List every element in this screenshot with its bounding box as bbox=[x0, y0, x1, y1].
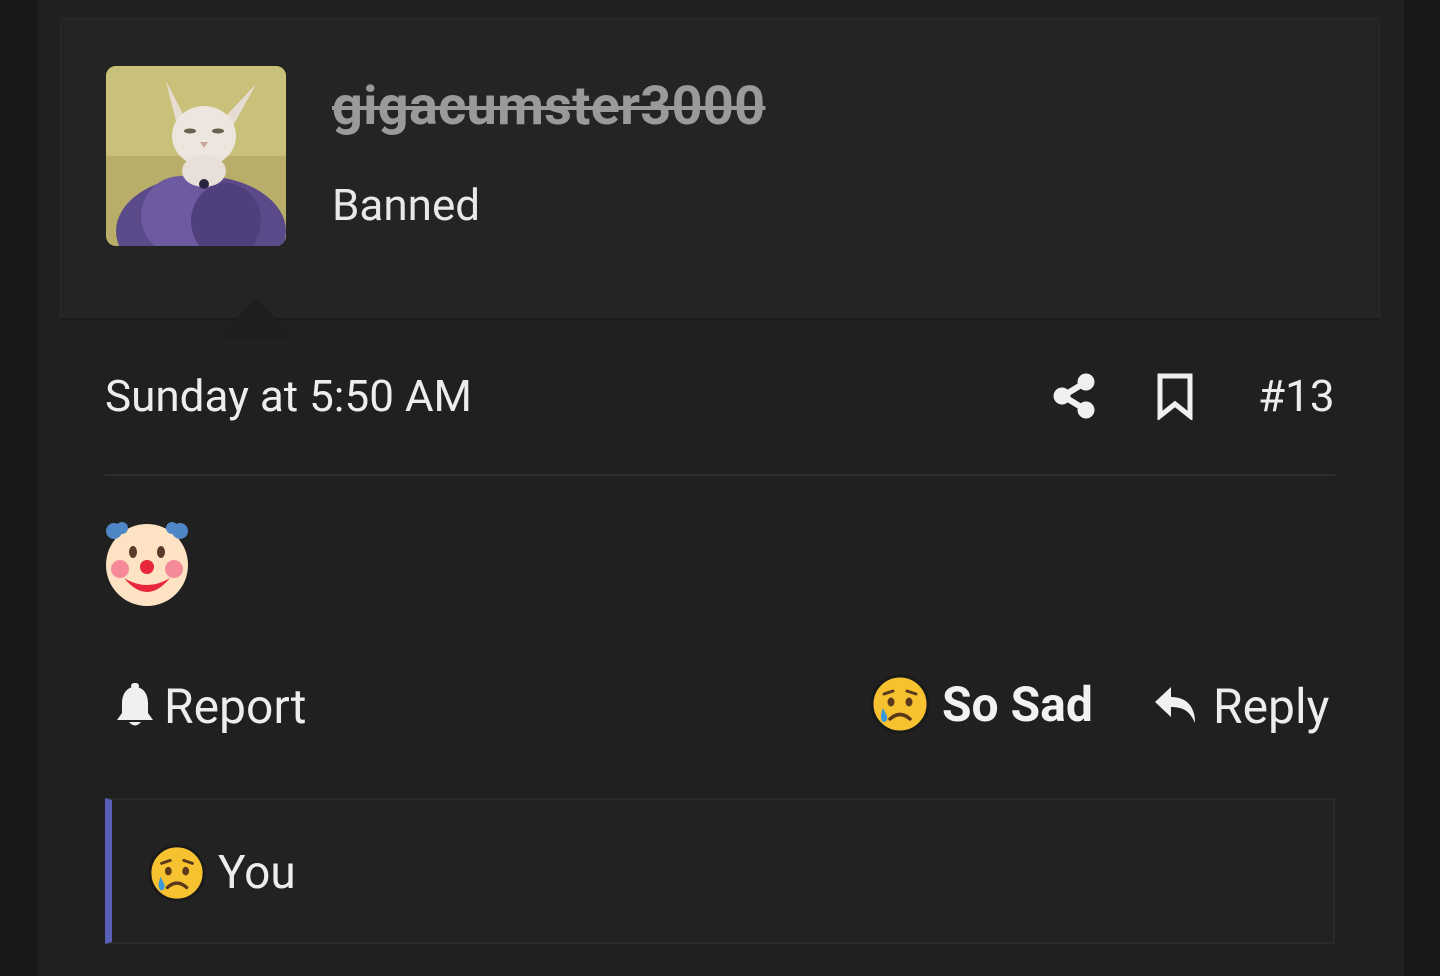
divider bbox=[105, 474, 1335, 476]
user-title: Banned bbox=[332, 179, 481, 231]
reactions-summary-label: You bbox=[218, 846, 296, 900]
username[interactable]: gigacumster3000 bbox=[332, 75, 765, 138]
bookmark-icon[interactable] bbox=[1156, 372, 1194, 422]
user-block-arrow bbox=[216, 298, 296, 339]
report-label: Report bbox=[164, 677, 307, 735]
reaction-button[interactable]: So Sad bbox=[870, 673, 1093, 735]
post-date[interactable]: Sunday at 5:50 AM bbox=[105, 370, 472, 422]
crying-face-icon bbox=[148, 844, 206, 902]
post-user-block: gigacumster3000 Banned bbox=[60, 18, 1380, 339]
post-number-link[interactable]: #13 bbox=[1258, 370, 1335, 422]
avatar[interactable] bbox=[106, 66, 286, 246]
reaction-label: So Sad bbox=[942, 675, 1093, 733]
reply-arrow-icon bbox=[1155, 687, 1195, 723]
reactions-summary-content: You bbox=[148, 844, 296, 902]
crying-face-icon bbox=[870, 674, 930, 734]
bell-icon bbox=[117, 683, 153, 726]
share-icon[interactable] bbox=[1052, 373, 1096, 419]
report-button[interactable]: Report bbox=[114, 676, 307, 736]
reply-button[interactable]: Reply bbox=[1153, 676, 1329, 736]
reactions-summary[interactable]: You bbox=[105, 798, 1335, 944]
clown-face-icon bbox=[104, 520, 190, 606]
reply-label: Reply bbox=[1213, 677, 1330, 735]
post-page: gigacumster3000 Banned Sunday at 5:50 AM… bbox=[38, 0, 1404, 976]
